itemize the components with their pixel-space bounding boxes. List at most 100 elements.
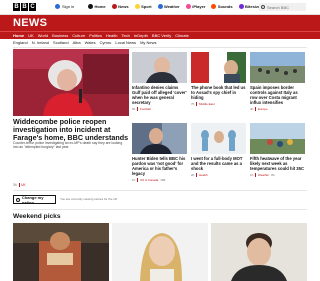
global-header: B B C Sign in Home News Sport Weather iP… [0,0,320,15]
global-nav-news[interactable]: News [111,4,129,9]
meta-divider [18,183,20,187]
search-input[interactable]: Search BBC [259,3,306,11]
story-image [132,52,187,83]
weekend-pick-image [211,223,307,281]
story-card[interactable]: Fifth heatwave of the year likely next w… [250,123,305,177]
weekend-pick-card[interactable] [112,223,208,281]
nations-nav-item[interactable]: Alba [73,40,81,45]
timestamp: 6h [132,107,136,111]
timestamp: 2h [191,173,195,177]
story-card[interactable]: Infantino denies claims Gulf paid off al… [132,52,187,111]
story-meta: 1h Weather 84 [250,173,305,177]
timestamp: 3h [13,183,17,187]
global-nav-bitesize[interactable]: Bitesize [238,4,260,9]
story-meta: 1h US & Canada 189 [132,178,187,182]
meta-divider [255,173,256,177]
nations-nav: England N. Ireland Scotland Alba Wales C… [13,40,157,45]
meta-divider [255,107,256,111]
comment-count[interactable]: 84 [271,173,274,177]
story-headline: The phone book that led us to Assad's sp… [191,85,246,100]
nations-nav-item[interactable]: Wales [85,40,96,45]
global-nav-iplayer[interactable]: iPlayer [185,4,205,9]
story-image [250,123,305,154]
nations-nav-item[interactable]: My News [140,40,156,45]
main-story-photo [13,49,129,116]
sign-in-label: Sign in [62,4,75,9]
section-nav-item[interactable]: Politics [89,33,102,38]
story-tag[interactable]: UK [21,183,25,187]
timestamp: 1h [250,173,254,177]
meta-divider [137,107,138,111]
main-story-headline[interactable]: Widdecombe police reopen investigation i… [13,118,131,142]
story-meta: 4h Europe [250,107,305,111]
section-nav: Home UK World Business Culture Politics … [0,31,320,39]
logo-letter: B [13,3,20,11]
section-nav-item[interactable]: Business [52,33,68,38]
story-card[interactable]: Hunter Biden tells BBC his pardon was 'n… [132,123,187,182]
story-card[interactable]: I went for a full-body MOT and the resul… [191,123,246,177]
story-card[interactable]: The phone book that led us to Assad's sp… [191,52,246,106]
news-title[interactable]: NEWS [13,17,47,29]
iplayer-icon [185,4,191,9]
story-meta: 6h Football [132,107,187,111]
story-tag[interactable]: Football [140,107,151,111]
change-nation-label: Change my nation [21,194,44,205]
weather-icon [157,4,163,9]
change-nation-button[interactable]: Change my nation [13,194,56,205]
bbc-logo[interactable]: B B C [13,3,36,11]
main-story-summary: Counter-terror police investigating an e… [13,141,123,149]
news-banner: NEWS [0,15,320,31]
global-nav: Home News Sport Weather iPlayer Sounds B… [88,4,260,9]
story-image [132,123,187,154]
global-nav-sport[interactable]: Sport [134,4,152,9]
story-tag[interactable]: Health [199,173,208,177]
search-icon [261,5,265,9]
news-icon [111,4,117,9]
nations-nav-item[interactable]: England [13,40,28,45]
divider [13,47,307,48]
nations-nav-item[interactable]: Cymru [100,40,112,45]
weekend-pick-image [13,223,109,281]
divider [13,209,307,210]
story-image [191,123,246,154]
nations-nav-item[interactable]: N. Ireland [32,40,49,45]
section-nav-item[interactable]: Climate [175,33,189,38]
timestamp: 7h [191,102,195,106]
global-nav-sounds[interactable]: Sounds [211,4,233,9]
sign-in-button[interactable]: Sign in [55,4,74,9]
story-tag[interactable]: Weather [258,173,269,177]
story-image [250,52,305,83]
story-headline: Fifth heatwave of the year likely next w… [250,156,304,171]
meta-divider [137,178,138,182]
story-headline: Hunter Biden tells BBC his pardon was 'n… [132,156,186,176]
section-nav-item[interactable]: Health [106,33,118,38]
nations-nav-item[interactable]: Scotland [53,40,69,45]
story-headline: Infantino denies claims Gulf paid off al… [132,85,187,105]
divider [13,190,307,191]
main-story-image[interactable] [13,49,129,116]
section-nav-item[interactable]: Tech [121,33,129,38]
section-nav-item[interactable]: Home [13,33,24,38]
weekend-picks-heading: Weekend picks [13,213,61,220]
global-nav-weather[interactable]: Weather [157,4,180,9]
change-nation-note: You are currently viewing stories for th… [60,197,118,201]
story-card[interactable]: Spain imposes border controls against It… [250,52,305,111]
story-tag[interactable]: US & Canada [140,178,158,182]
story-tag[interactable]: Europe [258,107,268,111]
section-nav-item[interactable]: UK [28,33,34,38]
section-nav-item[interactable]: World [38,33,48,38]
section-nav-item[interactable]: InDepth [134,33,148,38]
section-nav-item[interactable]: BBC Verify [152,33,171,38]
section-nav-item[interactable]: Culture [72,33,85,38]
story-tag[interactable]: Middle East [199,102,215,106]
global-nav-home[interactable]: Home [88,4,106,9]
nations-nav-item[interactable]: Local News [115,40,136,45]
sounds-icon [211,4,217,9]
comment-count[interactable]: 189 [160,178,165,182]
weekend-pick-card[interactable] [13,223,109,281]
timestamp: 1h [132,178,136,182]
weekend-pick-card[interactable] [211,223,307,281]
home-icon [88,4,93,9]
bitesize-icon [238,4,244,9]
story-image [191,52,246,83]
